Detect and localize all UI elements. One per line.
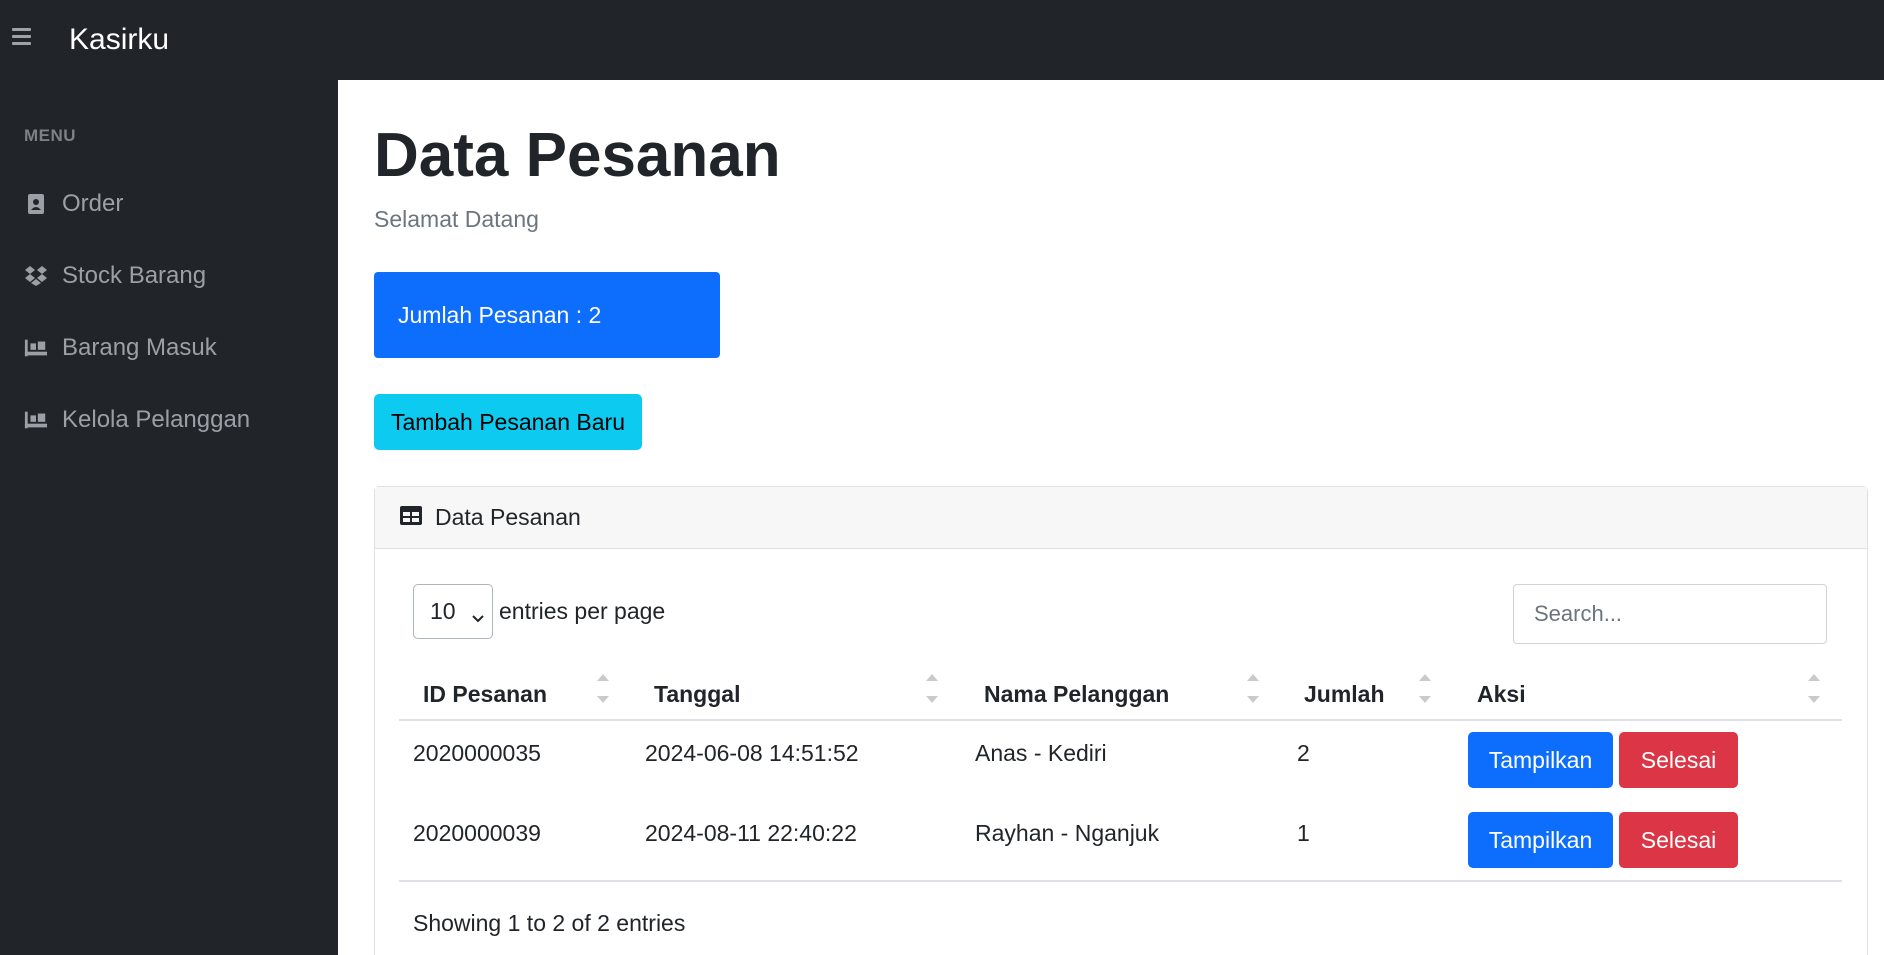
sort-icon[interactable] [1246, 670, 1260, 710]
sidebar-item-label: Barang Masuk [62, 334, 217, 361]
view-order-button[interactable]: Tampilkan [1468, 812, 1613, 868]
table-footer-divider [399, 880, 1842, 882]
sidebar-item-kelola-pelanggan[interactable]: Kelola Pelanggan [24, 400, 250, 440]
sidebar-item-barang-masuk[interactable]: Barang Masuk [24, 328, 217, 368]
complete-order-button[interactable]: Selesai [1619, 732, 1738, 788]
cell-qty: 1 [1297, 820, 1310, 846]
entries-per-page-select[interactable]: 10 [413, 584, 493, 639]
sort-icon[interactable] [1807, 670, 1821, 710]
column-header-tanggal[interactable]: Tanggal [654, 674, 740, 714]
page-title: Data Pesanan [374, 121, 781, 190]
sidebar-item-label: Kelola Pelanggan [62, 406, 251, 433]
sort-icon[interactable] [925, 670, 939, 710]
pagination-info: Showing 1 to 2 of 2 entries [413, 910, 686, 936]
card-header: Data Pesanan [375, 487, 1867, 549]
address-book-icon [24, 192, 48, 216]
column-header-nama-pelanggan[interactable]: Nama Pelanggan [984, 674, 1169, 714]
pallet-icon [24, 336, 48, 360]
table-icon [399, 505, 423, 531]
sidebar-item-label: Stock Barang [62, 262, 207, 289]
top-navbar: Kasirku [0, 0, 1884, 80]
cell-date: 2024-06-08 14:51:52 [645, 740, 859, 766]
view-order-button[interactable]: Tampilkan [1468, 732, 1613, 788]
sort-icon[interactable] [596, 670, 610, 710]
cell-customer: Rayhan - Nganjuk [975, 820, 1160, 846]
table-header-divider [399, 719, 1842, 721]
menu-toggle-icon[interactable] [12, 28, 32, 50]
cell-customer: Anas - Kediri [975, 740, 1107, 766]
column-header-jumlah[interactable]: Jumlah [1304, 674, 1385, 714]
sidebar-item-label: Order [62, 190, 124, 217]
sidebar-item-stock-barang[interactable]: Stock Barang [24, 256, 206, 296]
brand-name[interactable]: Kasirku [69, 22, 169, 58]
cell-id: 2020000035 [413, 740, 541, 766]
cell-date: 2024-08-11 22:40:22 [645, 820, 857, 846]
pallet-icon [24, 408, 48, 432]
card-title: Data Pesanan [435, 504, 581, 530]
sidebar-heading: MENU [24, 126, 77, 145]
order-count-card: Jumlah Pesanan : 2 [374, 272, 720, 358]
column-header-aksi[interactable]: Aksi [1477, 674, 1526, 714]
add-order-button[interactable]: Tambah Pesanan Baru [374, 394, 642, 450]
complete-order-button[interactable]: Selesai [1619, 812, 1738, 868]
dropbox-icon [24, 264, 48, 288]
sort-icon[interactable] [1418, 670, 1432, 710]
chevron-down-icon [472, 603, 484, 630]
entries-label: entries per page [499, 598, 666, 624]
entries-value: 10 [430, 598, 456, 624]
sidebar-item-order[interactable]: Order [24, 184, 123, 224]
search-input[interactable] [1513, 584, 1827, 644]
page-subtitle: Selamat Datang [374, 206, 539, 232]
cell-qty: 2 [1297, 740, 1310, 766]
cell-id: 2020000039 [413, 820, 541, 846]
column-header-id-pesanan[interactable]: ID Pesanan [423, 674, 547, 714]
